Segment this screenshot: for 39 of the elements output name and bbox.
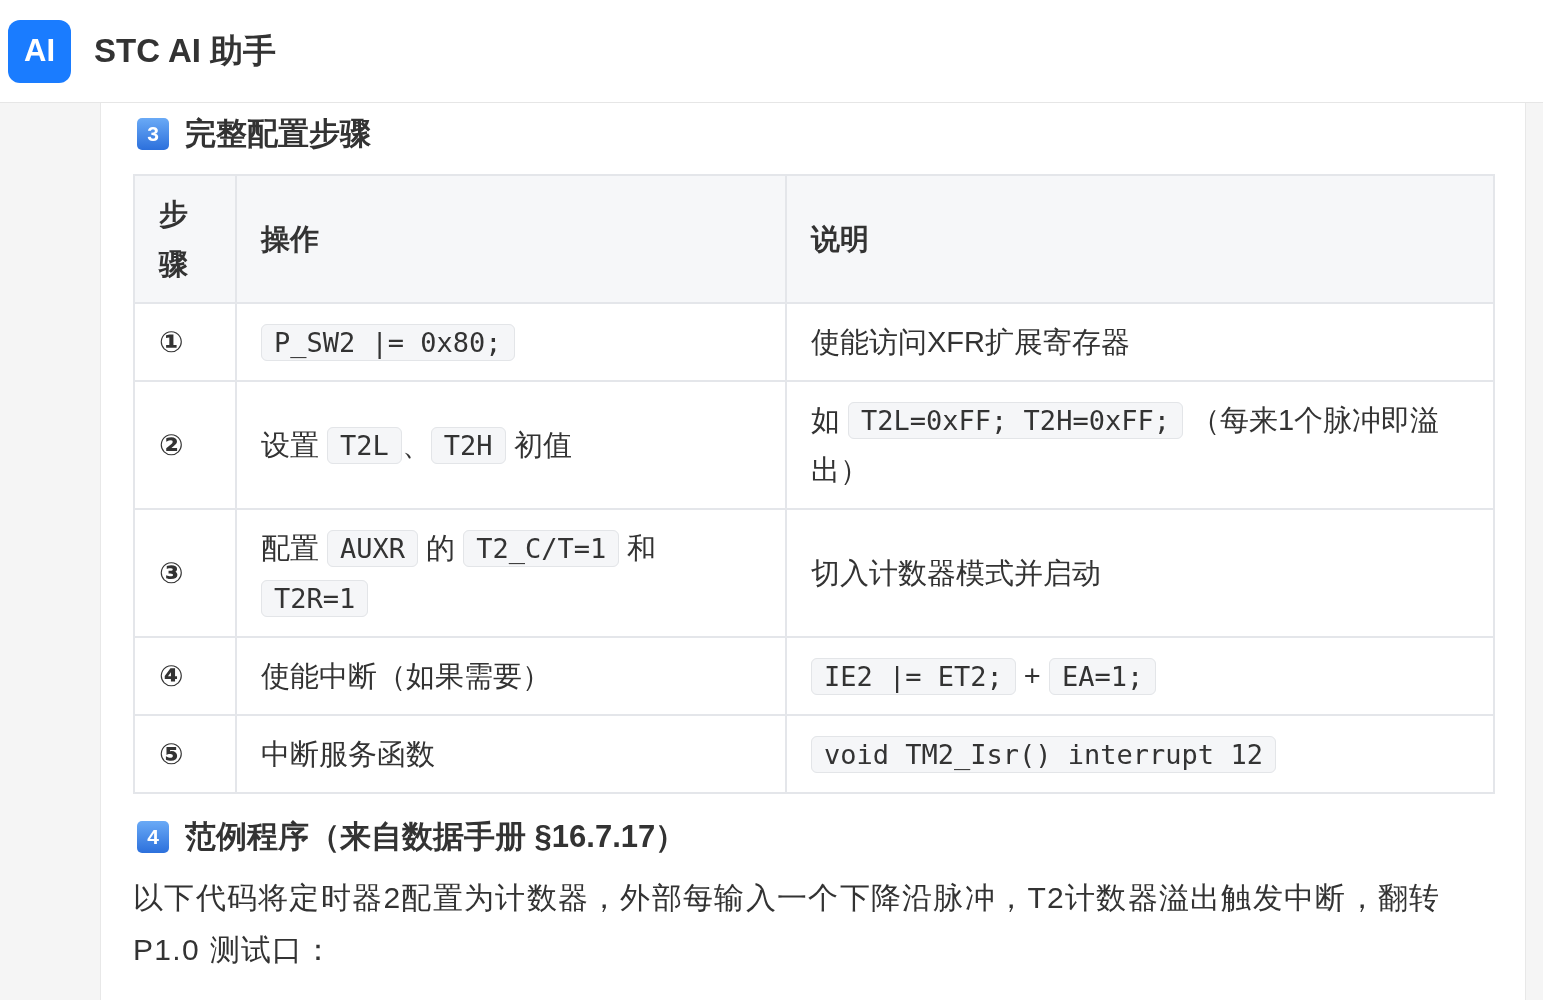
section-heading: 完整配置步骤: [185, 115, 371, 153]
inline-code: T2_C/T=1: [463, 530, 620, 567]
inline-code: T2L=0xFF; T2H=0xFF;: [848, 402, 1183, 439]
inline-code: T2R=1: [261, 580, 369, 617]
paragraph: 以下代码将定时器2配置为计数器，外部每输入一个下降沿脉冲，T2计数器溢出触发中断，翻转 P1.0 测试口：: [133, 880, 1442, 968]
section-heading: 范例程序（来自数据手册 §16.7.17）: [185, 818, 687, 856]
cell-text: 使能中断（如果需要）: [261, 660, 551, 692]
cell-text: 、: [401, 429, 431, 461]
column-header: 步骤: [159, 198, 188, 280]
inline-code: IE2 |= ET2;: [811, 658, 1016, 695]
column-header: 说明: [811, 223, 869, 255]
step-number: ③: [159, 557, 184, 589]
inline-code: T2L: [327, 427, 402, 464]
cell-text: 设置: [261, 429, 320, 461]
cell-text: +: [1022, 660, 1042, 692]
cell-text: 中断服务函数: [261, 738, 435, 770]
cell-text: 如: [811, 404, 841, 436]
column-header: 操作: [261, 223, 319, 255]
cell-text: 的: [425, 532, 457, 564]
cell-text: 配置: [261, 532, 320, 564]
step-number: ⑤: [159, 738, 184, 770]
app-logo: AI: [8, 19, 71, 83]
cell-text: 出）: [811, 454, 869, 486]
cell-text: 初值: [512, 429, 572, 461]
app-title: STC AI 助手: [94, 30, 277, 71]
number-badge: 4: [137, 821, 169, 853]
inline-code: P_SW2 |= 0x80;: [261, 324, 515, 361]
inline-code: void TM2_Isr() interrupt 12: [811, 736, 1276, 773]
inline-code: T2H: [430, 427, 506, 464]
cell-text: 使能访问XFR扩展寄存器: [811, 326, 1130, 358]
step-number: ②: [159, 429, 184, 461]
step-number: ④: [159, 660, 184, 692]
inline-code: AUXR: [327, 530, 419, 567]
cell-text: （每来1个脉冲即溢: [1189, 404, 1440, 436]
number-badge: 3: [137, 118, 169, 150]
cell-text: 切入计数器模式并启动: [811, 557, 1101, 589]
cell-text: 和: [626, 532, 657, 564]
inline-code: EA=1;: [1048, 658, 1157, 695]
step-number: ①: [159, 326, 184, 358]
